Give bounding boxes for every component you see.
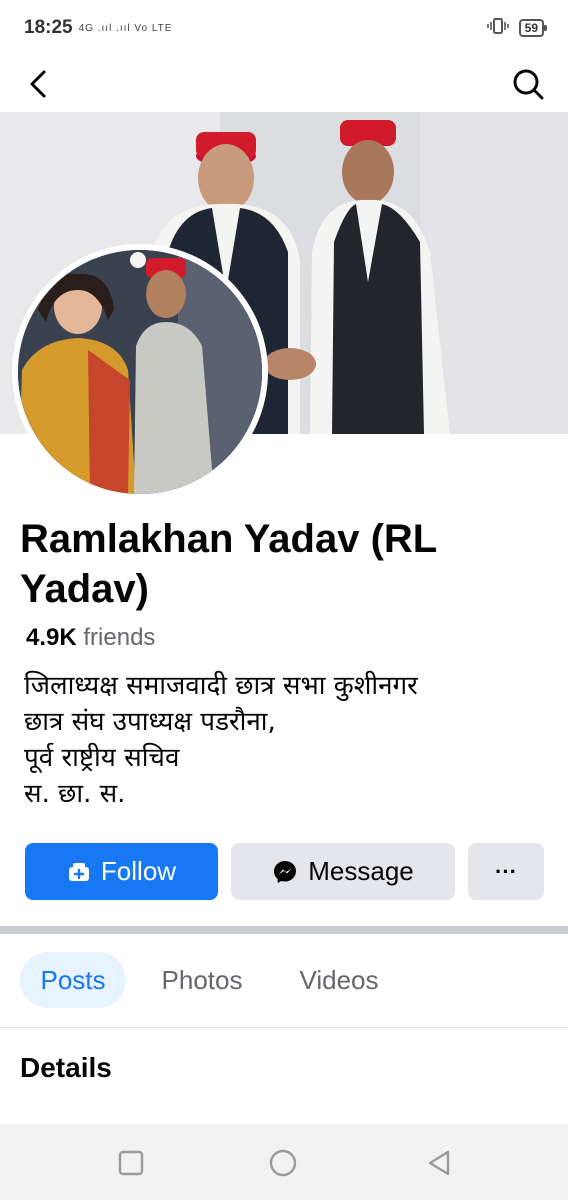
tab-posts[interactable]: Posts — [20, 952, 126, 1008]
status-time: 18:25 — [24, 17, 73, 38]
profile-name: Ramlakhan Yadav (RL Yadav) — [20, 517, 437, 611]
profile-avatar[interactable] — [12, 244, 268, 500]
battery-indicator: 59 — [518, 19, 548, 37]
more-label: ··· — [495, 858, 517, 884]
friends-number: 4.9K — [26, 624, 77, 651]
more-options-button[interactable]: ··· — [468, 843, 544, 900]
back-button[interactable] — [20, 64, 60, 104]
app-header — [0, 56, 568, 112]
vibrate-icon — [486, 17, 509, 40]
follow-label: Follow — [100, 856, 177, 886]
system-nav-bar — [0, 1124, 568, 1200]
profile-bio: जिलाध्यक्ष समाजवादी छात्र सभा कुशीनगर छा… — [24, 671, 418, 809]
circle-icon — [269, 1149, 297, 1177]
status-bar: 18:25 4G .ııl .ııl Vo LTE 59 — [0, 0, 568, 56]
recent-apps-button[interactable] — [116, 1148, 146, 1178]
status-right: 59 — [486, 17, 548, 40]
square-icon — [118, 1150, 144, 1176]
avatar-image — [18, 250, 262, 494]
messenger-icon — [274, 860, 297, 883]
message-label: Message — [308, 856, 414, 886]
network-indicator: 4G .ııl .ııl Vo LTE — [78, 22, 173, 34]
home-button[interactable] — [268, 1148, 298, 1178]
follow-button[interactable]: Follow — [25, 843, 218, 900]
tab-photos[interactable]: Photos — [148, 952, 256, 1008]
tab-videos[interactable]: Videos — [284, 952, 394, 1008]
friends-label: friends — [83, 624, 156, 651]
back-arrow-icon — [30, 70, 46, 98]
follow-icon — [68, 862, 89, 881]
search-button[interactable] — [508, 64, 548, 104]
tabs-divider — [0, 1027, 568, 1028]
profile-tabs: Posts Photos Videos — [0, 950, 568, 1010]
details-heading: Details — [20, 1052, 112, 1083]
search-icon — [513, 69, 544, 100]
triangle-back-icon — [428, 1150, 450, 1176]
back-nav-button[interactable] — [424, 1148, 454, 1178]
message-button[interactable]: Message — [231, 843, 455, 900]
friends-count[interactable]: 4.9K friends — [26, 624, 155, 652]
section-divider — [0, 926, 568, 934]
